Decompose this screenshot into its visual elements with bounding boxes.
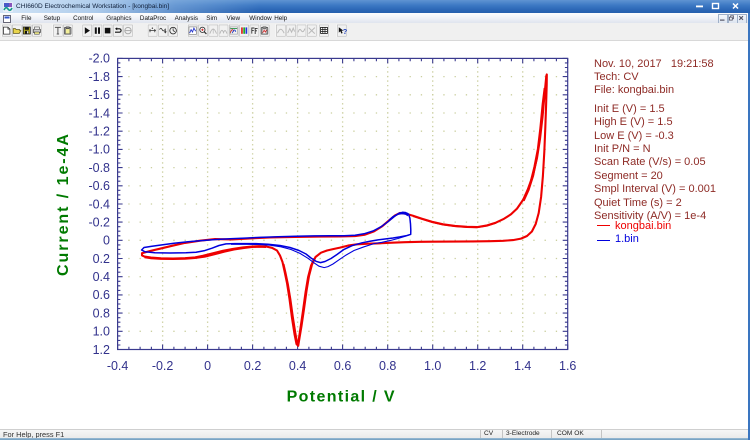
svg-text:0.4: 0.4 <box>289 359 306 373</box>
svg-text:-0.2: -0.2 <box>152 359 174 373</box>
svg-text:-1.6: -1.6 <box>88 88 110 102</box>
svg-text:0.4: 0.4 <box>93 270 110 284</box>
svg-text:0: 0 <box>103 234 110 248</box>
svg-text:-1.8: -1.8 <box>88 70 110 84</box>
svg-text:0.6: 0.6 <box>93 288 110 302</box>
svg-text:-0.2: -0.2 <box>88 215 110 229</box>
svg-text:0.8: 0.8 <box>93 306 110 320</box>
svg-text:-2.0: -2.0 <box>88 52 110 66</box>
svg-text:0.2: 0.2 <box>93 252 110 266</box>
svg-text:1.0: 1.0 <box>93 325 110 339</box>
svg-text:-1.2: -1.2 <box>88 125 110 139</box>
svg-text:-0.4: -0.4 <box>107 359 129 373</box>
svg-text:?: ? <box>343 27 348 36</box>
svg-text:0.8: 0.8 <box>379 359 396 373</box>
svg-text:0: 0 <box>204 359 211 373</box>
svg-text:Potential / V: Potential / V <box>287 389 395 406</box>
svg-text:-0.8: -0.8 <box>88 161 110 175</box>
svg-text:Current / 1e-4A: Current / 1e-4A <box>55 134 72 276</box>
svg-text:1.2: 1.2 <box>469 359 486 373</box>
svg-text:0.2: 0.2 <box>244 359 261 373</box>
svg-text:-0.4: -0.4 <box>88 197 110 211</box>
svg-text:1.2: 1.2 <box>93 343 110 357</box>
svg-text:1.4: 1.4 <box>514 359 531 373</box>
svg-text:1.0: 1.0 <box>424 359 441 373</box>
svg-text:-0.6: -0.6 <box>88 179 110 193</box>
svg-text:0.6: 0.6 <box>334 359 351 373</box>
svg-text:-1.4: -1.4 <box>88 106 110 120</box>
svg-text:-1.0: -1.0 <box>88 143 110 157</box>
svg-text:1.6: 1.6 <box>559 359 576 373</box>
